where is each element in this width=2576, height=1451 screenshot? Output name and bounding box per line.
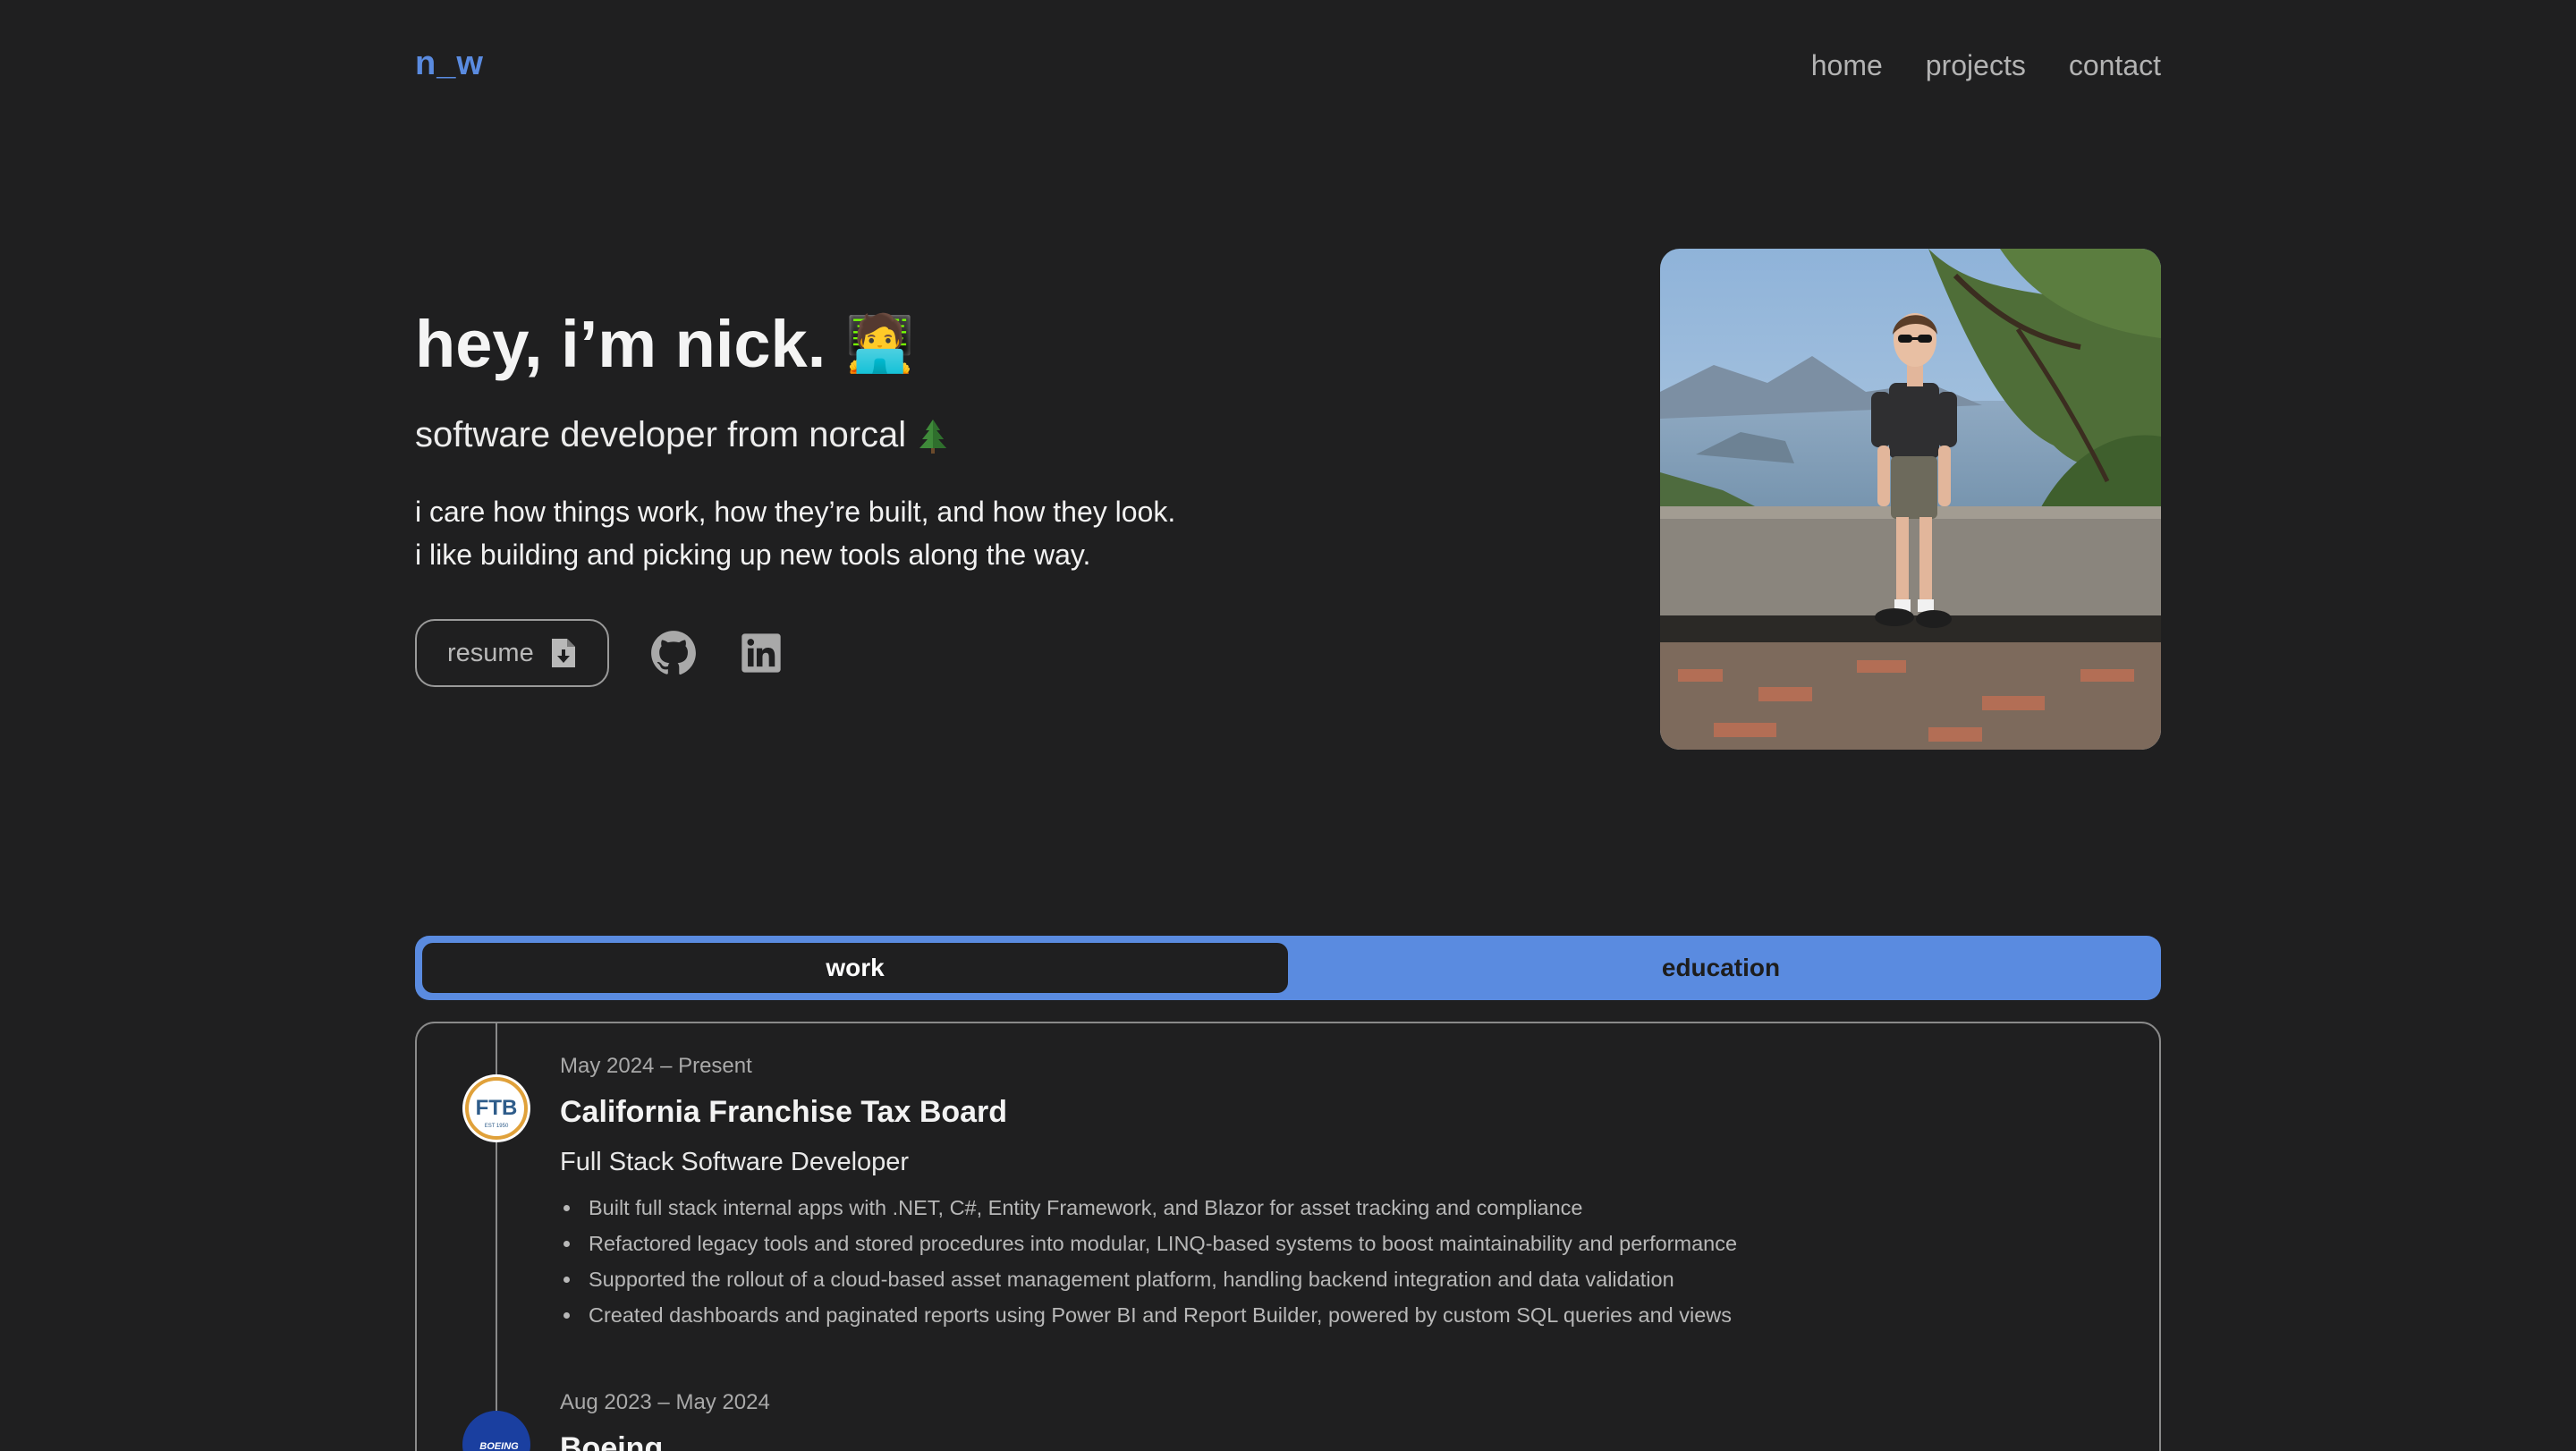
page: n_w home projects contact hey, i’m nick.…: [0, 0, 2576, 1451]
boeing-logo-text: BOEING: [479, 1441, 519, 1451]
nav-contact[interactable]: contact: [2069, 49, 2161, 82]
bio-line: i like building and picking up new tools…: [415, 539, 1091, 571]
entry-company: California Franchise Tax Board: [560, 1095, 1008, 1129]
tab-education[interactable]: education: [1288, 943, 2154, 993]
bio-line: i care how things work, how they’re buil…: [415, 496, 1176, 528]
timeline-card: FTB EST 1950 May 2024 – Present Californ…: [415, 1022, 2161, 1451]
entry-bullet: Built full stack internal apps with .NET…: [560, 1190, 1737, 1226]
tab-work[interactable]: work: [422, 943, 1288, 993]
boeing-logo: BOEING: [462, 1411, 530, 1451]
experience-entry: Aug 2023 – May 2024 Boeing: [560, 1390, 770, 1451]
entry-company: Boeing: [560, 1431, 664, 1451]
github-icon[interactable]: [650, 630, 697, 676]
entry-bullets: Built full stack internal apps with .NET…: [560, 1190, 1737, 1333]
entry-date: May 2024 – Present: [560, 1054, 752, 1078]
site-logo[interactable]: n_w: [415, 45, 484, 83]
entry-date: Aug 2023 – May 2024: [560, 1390, 770, 1414]
file-download-icon: [551, 639, 575, 667]
ftb-logo: FTB EST 1950: [462, 1074, 530, 1142]
ftb-logo-text: FTB: [476, 1096, 518, 1120]
hero-title: hey, i’m nick. 🧑‍💻: [415, 306, 914, 382]
entry-bullet: Created dashboards and paginated reports…: [560, 1297, 1737, 1333]
hero-actions: resume: [415, 619, 784, 687]
experience-entry: May 2024 – Present California Franchise …: [560, 1054, 1737, 1333]
hero-title-text: hey, i’m nick.: [415, 307, 826, 381]
hero-bio: i care how things work, how they’re buil…: [415, 490, 1175, 576]
entry-bullet: Refactored legacy tools and stored proce…: [560, 1226, 1737, 1261]
profile-photo: [1660, 249, 2161, 750]
ftb-logo-subtext: EST 1950: [485, 1124, 509, 1129]
nav-projects[interactable]: projects: [1926, 49, 2026, 82]
entry-role: Full Stack Software Developer: [560, 1148, 910, 1176]
nav-home[interactable]: home: [1811, 49, 1883, 82]
entry-bullet: Supported the rollout of a cloud-based a…: [560, 1261, 1737, 1297]
resume-button-label: resume: [447, 638, 534, 667]
evergreen-tree-icon: [919, 419, 947, 454]
hero-subtitle-text: software developer from norcal: [415, 415, 907, 454]
technologist-emoji-icon: 🧑‍💻: [845, 313, 915, 375]
experience-tabs: work education: [415, 936, 2161, 1000]
linkedin-icon[interactable]: [738, 630, 784, 676]
main-nav: home projects contact: [1811, 49, 2161, 82]
resume-button[interactable]: resume: [415, 619, 609, 687]
hero-subtitle: software developer from norcal: [415, 415, 949, 455]
